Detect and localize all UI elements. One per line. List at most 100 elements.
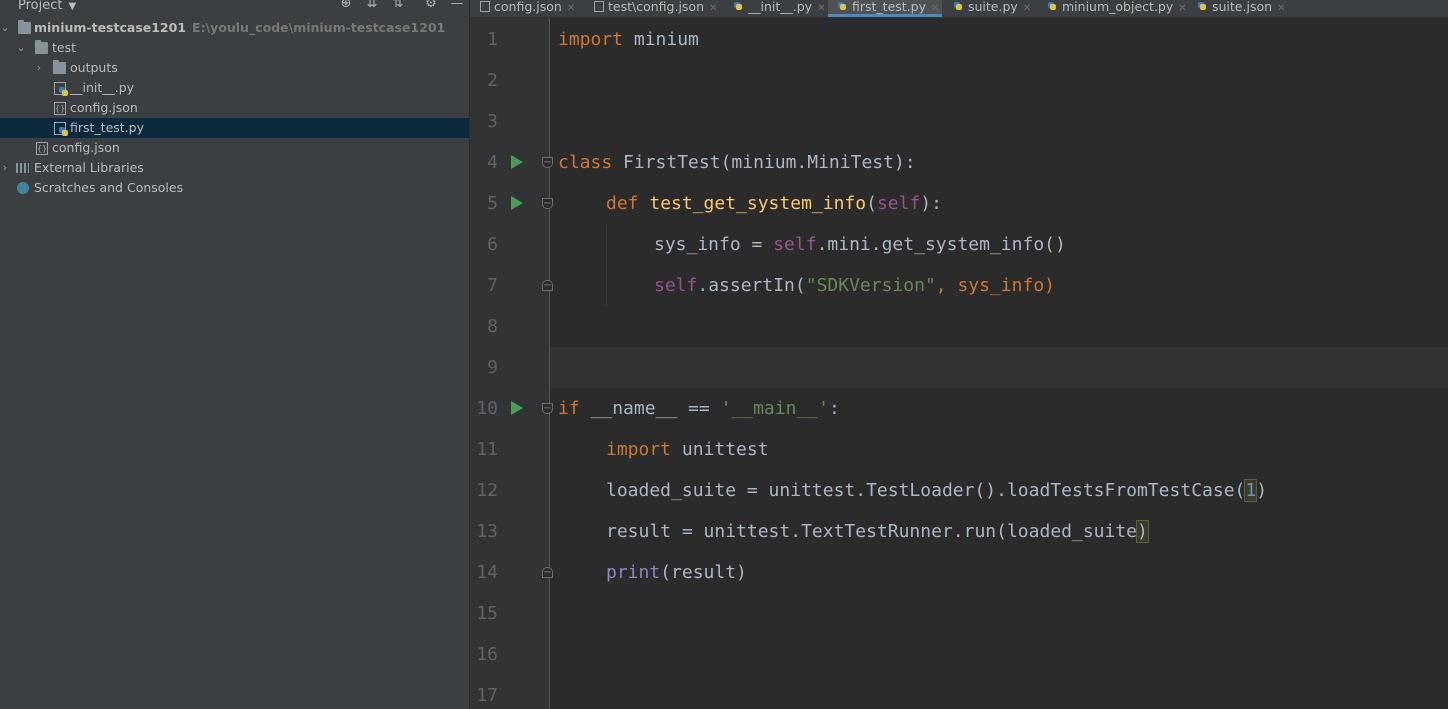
tree-item-project-root[interactable]: ⌄ minium-testcase1201 E:\youlu_code\miniu… [0,18,469,38]
line-number: 17 [476,685,498,706]
code-line-12: loaded_suite = unittest.TestLoader().loa… [606,479,1268,502]
tree-item-config-json[interactable]: config.json [0,138,469,159]
python-file-icon [954,2,964,12]
tab-label: suite.json [1212,0,1273,14]
project-panel: Project ▼ ⊕ ⇊ ⇅ ⚙ — ⌄ minium-testcase1201… [0,0,469,709]
line-number: 9 [487,357,498,378]
python-file-icon [1198,2,1208,12]
gear-icon[interactable]: ⚙ [424,0,438,11]
project-path: E:\youlu_code\minium-testcase1201 [192,20,446,35]
tree-item-label: config.json [52,140,120,155]
fold-icon[interactable]: − [542,403,553,414]
tab-suite-json[interactable]: suite.json ✕ [1198,0,1285,17]
line-number: 6 [487,234,498,255]
chevron-down-icon[interactable]: ⌄ [16,38,26,58]
scratches-icon [17,182,29,194]
chevron-down-icon: ▼ [68,1,77,12]
tab-init-py[interactable]: __init__.py ✕ [734,0,825,17]
line-number: 13 [476,521,498,542]
fold-icon[interactable]: − [542,198,553,209]
run-icon[interactable] [511,155,523,169]
expand-all-icon[interactable]: ⇊ [365,0,379,11]
python-file-icon [54,122,68,136]
tree-item-label: __init__.py [70,80,135,95]
current-line-highlight [550,347,1448,388]
python-file-icon [1048,2,1058,12]
tab-label: suite.py [968,0,1018,14]
code-line-13: result = unittest.TextTestRunner.run(loa… [606,520,1149,543]
indent-guide [606,224,607,306]
tab-config-json[interactable]: config.json ✕ [480,0,575,17]
json-file-icon [480,1,490,12]
line-number: 12 [476,480,498,501]
code-line-1: import minium [558,29,699,50]
tab-first-test-py[interactable]: first_test.py ✕ [828,0,942,17]
hide-panel-icon[interactable]: — [450,0,464,11]
line-number: 3 [487,111,498,132]
fold-end-icon[interactable]: − [542,280,553,291]
json-file-icon [54,99,66,119]
tree-item-label: outputs [70,60,118,75]
fold-icon[interactable]: − [542,157,553,168]
tab-test-config-json[interactable]: test\config.json ✕ [594,0,717,17]
tree-item-outputs[interactable]: › outputs [0,58,469,78]
python-file-icon [734,2,744,12]
editor-tab-bar: config.json ✕ test\config.json ✕ __init__.… [470,0,1448,18]
close-icon[interactable]: ✕ [1277,3,1285,14]
python-file-icon [838,2,848,12]
folder-icon [18,20,31,34]
tab-label: test\config.json [608,0,704,14]
code-line-4: class FirstTest(minium.MiniTest): [558,152,916,173]
tab-suite-py[interactable]: suite.py ✕ [954,0,1031,17]
line-number: 14 [476,562,498,583]
tree-item-first-test-py[interactable]: first_test.py [0,118,469,138]
code-line-11: import unittest [606,439,769,460]
tree-item-external-libraries[interactable]: › External Libraries [0,158,469,178]
tree-item-test-config-json[interactable]: config.json [0,98,469,119]
fold-end-icon[interactable]: − [542,567,553,578]
line-number: 1 [487,29,498,50]
tree-item-test[interactable]: ⌄ test [0,38,469,58]
close-icon[interactable]: ✕ [1178,3,1186,14]
chevron-down-icon[interactable]: ⌄ [0,18,10,38]
tab-minium-object-py[interactable]: minium_object.py ✕ [1048,0,1187,17]
line-number: 7 [487,275,498,296]
line-number: 10 [476,398,498,419]
close-icon[interactable]: ✕ [931,3,939,14]
tab-label: minium_object.py [1062,0,1174,14]
tree-item-label: test [52,40,77,55]
project-view-selector[interactable]: Project ▼ [4,0,76,14]
folder-icon [35,40,48,54]
project-panel-header: Project ▼ ⊕ ⇊ ⇅ ⚙ — [0,0,469,17]
run-icon[interactable] [511,401,523,415]
close-icon[interactable]: ✕ [567,3,575,14]
line-number: 2 [487,70,498,91]
tab-label: config.json [494,0,562,14]
editor-gutter: 1 2 3 4 5 6 7 8 9 10 11 12 13 14 15 16 1… [470,18,550,709]
code-editor[interactable]: 1 2 3 4 5 6 7 8 9 10 11 12 13 14 15 16 1… [470,18,1448,709]
tree-item-init-py[interactable]: __init__.py [0,78,469,98]
project-view-label: Project [18,0,63,13]
code-line-10: if __name__ == '__main__': [558,398,840,419]
tree-item-label: minium-testcase1201 E:\youlu_code\minium-… [34,20,446,35]
code-line-5: def test_get_system_info(self): [606,193,942,214]
line-number: 16 [476,644,498,665]
tree-item-scratches[interactable]: Scratches and Consoles [0,178,469,198]
line-number: 8 [487,316,498,337]
chevron-right-icon[interactable]: › [0,158,10,178]
chevron-right-icon[interactable]: › [34,58,44,78]
code-line-14: print(result) [606,562,747,583]
run-icon[interactable] [511,196,523,210]
json-file-icon [36,139,48,159]
close-icon[interactable]: ✕ [1023,3,1031,14]
code-line-6: sys_info = self.mini.get_system_info() [654,234,1066,255]
gutter-divider [549,18,550,709]
tab-label: first_test.py [852,0,926,14]
line-number: 15 [476,603,498,624]
collapse-all-icon[interactable]: ⇅ [391,0,405,11]
folder-icon [53,60,66,74]
locate-icon[interactable]: ⊕ [339,0,353,11]
python-file-icon [54,82,68,96]
close-icon[interactable]: ✕ [817,3,825,14]
close-icon[interactable]: ✕ [709,3,717,14]
